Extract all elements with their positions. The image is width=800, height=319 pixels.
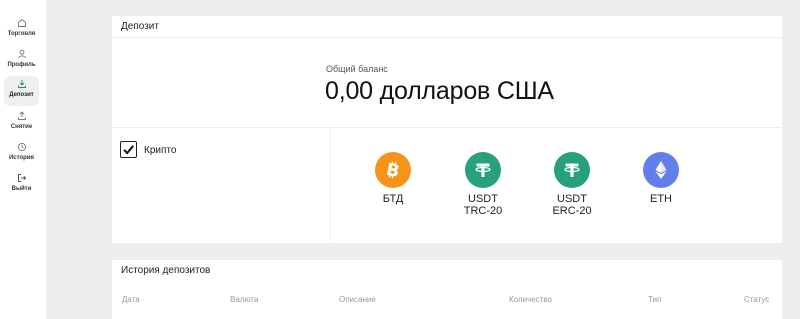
- divider: [112, 127, 782, 128]
- coin-network: TRC-20: [463, 205, 503, 217]
- sidebar: Торговля Профиль Депозит Снятие История …: [0, 0, 46, 319]
- column-header-date[interactable]: Дата: [122, 295, 140, 304]
- coin-eth[interactable]: ETH: [621, 152, 701, 205]
- coin-usdt-erc20[interactable]: USDT ERC-20: [532, 152, 612, 217]
- coin-name: USDT: [557, 193, 587, 205]
- sidebar-item-logout[interactable]: Выйти: [4, 170, 39, 200]
- balance-value: 0,00 долларов США: [325, 77, 554, 105]
- sidebar-item-withdraw[interactable]: Снятие: [4, 108, 39, 138]
- deposit-header: Депозит: [112, 16, 782, 38]
- column-header-description[interactable]: Описание: [339, 295, 376, 304]
- home-icon: [17, 18, 26, 27]
- column-header-status[interactable]: Статус: [744, 295, 769, 304]
- table-header: Дата Валюта Описание Количество Тип Стат…: [112, 295, 782, 309]
- coin-network: ERC-20: [552, 205, 592, 217]
- crypto-label: Крипто: [144, 145, 177, 156]
- checkmark-icon: [123, 145, 134, 155]
- sidebar-item-history[interactable]: История: [4, 139, 39, 169]
- column-header-amount[interactable]: Количество: [509, 295, 552, 304]
- history-title: История депозитов: [121, 265, 211, 276]
- column-header-type[interactable]: Тип: [648, 295, 661, 304]
- download-icon: [17, 80, 26, 88]
- sidebar-item-label: Профиль: [7, 62, 36, 68]
- sidebar-item-trade[interactable]: Торговля: [4, 15, 39, 45]
- sidebar-item-label: История: [8, 155, 35, 161]
- tether-icon: [554, 152, 590, 188]
- coin-btc[interactable]: B БТД: [353, 152, 433, 205]
- crypto-checkbox[interactable]: [120, 141, 137, 158]
- sidebar-item-deposit[interactable]: Депозит: [4, 76, 39, 106]
- sidebar-item-label: Депозит: [9, 92, 34, 98]
- history-card: История депозитов Дата Валюта Описание К…: [112, 260, 782, 319]
- coin-name: ETH: [650, 193, 672, 205]
- coin-name: USDT: [468, 193, 498, 205]
- deposit-card: Депозит Общий баланс 0,00 долларов США К…: [112, 16, 782, 243]
- tether-icon: [465, 152, 501, 188]
- sidebar-item-profile[interactable]: Профиль: [4, 46, 39, 76]
- balance-label: Общий баланс: [326, 64, 388, 74]
- sidebar-item-label: Выйти: [11, 186, 32, 192]
- coin-usdt-trc20[interactable]: USDT TRC-20: [443, 152, 523, 217]
- ethereum-icon: [643, 152, 679, 188]
- upload-icon: [17, 111, 26, 120]
- logout-icon: [17, 174, 26, 182]
- divider: [330, 128, 331, 243]
- clock-icon: [17, 142, 26, 152]
- page-title: Депозит: [121, 21, 159, 32]
- coin-name: БТД: [382, 193, 404, 205]
- sidebar-item-label: Снятие: [10, 124, 33, 130]
- sidebar-item-label: Торговля: [7, 31, 36, 37]
- bitcoin-icon: B: [375, 152, 411, 188]
- column-header-currency[interactable]: Валюта: [230, 295, 258, 304]
- user-icon: [17, 49, 26, 59]
